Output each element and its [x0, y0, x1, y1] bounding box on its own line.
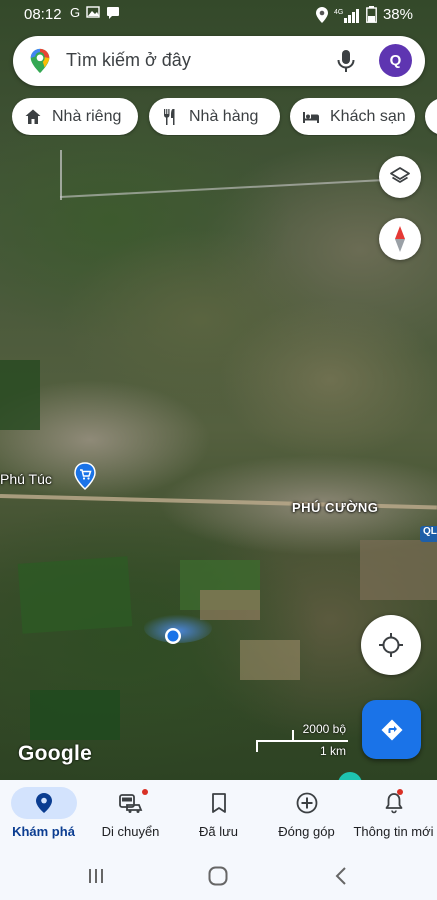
my-location-button[interactable]: [361, 615, 421, 675]
layers-icon: [390, 167, 410, 183]
google-attribution: Google: [18, 742, 93, 765]
chip-label: Nhà riêng: [52, 107, 122, 125]
explore-pin-icon: [35, 793, 52, 813]
nav-label: Đã lưu: [198, 824, 239, 839]
compass-icon: [395, 226, 405, 252]
bottom-sheet-peek[interactable]: [338, 772, 362, 780]
my-location-indicator[interactable]: [142, 606, 214, 646]
recent-apps-icon[interactable]: [84, 864, 108, 888]
directions-icon: [381, 719, 402, 740]
status-bar: 08:12 G 4G 38%: [0, 0, 437, 30]
status-time: 08:12: [24, 6, 62, 23]
scale-imperial: 2000 bộ: [302, 722, 346, 736]
chip-label: Nhà hàng: [189, 107, 259, 125]
compass-button[interactable]: [379, 218, 421, 260]
microphone-icon[interactable]: [335, 49, 357, 73]
chip-restaurant[interactable]: Nhà hàng: [149, 98, 280, 135]
place-label-phu-tuc[interactable]: Phú Túc: [0, 471, 52, 487]
map-field: [17, 556, 133, 634]
highway-badge: QL: [420, 526, 437, 542]
location-icon: [315, 6, 328, 23]
notification-badge: [141, 789, 148, 795]
nav-commute[interactable]: Di chuyển: [87, 780, 174, 850]
notification-badge: [396, 789, 403, 795]
battery-percent: 38%: [382, 6, 413, 23]
map-scale-bar: 2000 bộ 1 km: [256, 720, 356, 760]
4g-signal-icon: 4G: [334, 8, 359, 23]
commute-icon: [118, 794, 142, 813]
crosshair-icon: [379, 633, 403, 657]
nav-label: Khám phá: [12, 824, 75, 839]
nav-label: Thông tin mới: [353, 824, 434, 839]
nav-label: Đóng góp: [278, 824, 335, 839]
search-input[interactable]: Tìm kiếm ở đây: [66, 50, 191, 71]
map-field: [360, 540, 437, 600]
bookmark-icon: [211, 793, 226, 813]
account-avatar[interactable]: Q: [379, 44, 412, 77]
bottom-navigation: Khám phá Di chuyển Đã lưu Đóng góp Thông…: [0, 780, 437, 850]
restaurant-icon: [164, 108, 175, 125]
nav-updates[interactable]: Thông tin mới: [350, 780, 437, 850]
place-label-phu-cuong[interactable]: PHÚ CƯỜNG: [292, 500, 378, 515]
nav-saved[interactable]: Đã lưu: [175, 780, 262, 850]
chip-label: Khách sạn: [330, 107, 406, 125]
svg-text:4G: 4G: [334, 9, 343, 16]
map-field: [240, 640, 300, 680]
bell-icon: [385, 793, 402, 814]
scale-metric: 1 km: [319, 744, 346, 758]
category-chips: Nhà riêng Nhà hàng Khách sạn: [12, 98, 437, 136]
shopping-pin-icon[interactable]: [73, 462, 97, 490]
nav-label: Di chuyển: [101, 824, 160, 839]
message-icon: [107, 7, 120, 19]
search-bar[interactable]: Tìm kiếm ở đây Q: [13, 36, 425, 86]
google-notification-icon: G: [70, 5, 81, 20]
directions-button[interactable]: [362, 700, 421, 759]
chip-more[interactable]: [425, 98, 437, 135]
map-road: [60, 150, 62, 200]
map-road: [59, 178, 390, 198]
hotel-icon: [303, 111, 319, 123]
map-field: [30, 690, 120, 740]
system-navigation-bar: [0, 850, 437, 900]
battery-icon: [366, 6, 377, 23]
chip-hotel[interactable]: Khách sạn: [290, 98, 415, 135]
nav-explore[interactable]: Khám phá: [0, 780, 87, 850]
gallery-icon: [86, 6, 100, 18]
add-circle-icon: [296, 792, 317, 814]
home-icon: [25, 109, 41, 124]
nav-contribute[interactable]: Đóng góp: [263, 780, 350, 850]
chip-home[interactable]: Nhà riêng: [12, 98, 138, 135]
map-field: [0, 360, 40, 430]
google-maps-logo-icon: [30, 48, 50, 74]
back-icon[interactable]: [330, 864, 354, 888]
home-button-icon[interactable]: [206, 864, 230, 888]
layers-button[interactable]: [379, 156, 421, 198]
